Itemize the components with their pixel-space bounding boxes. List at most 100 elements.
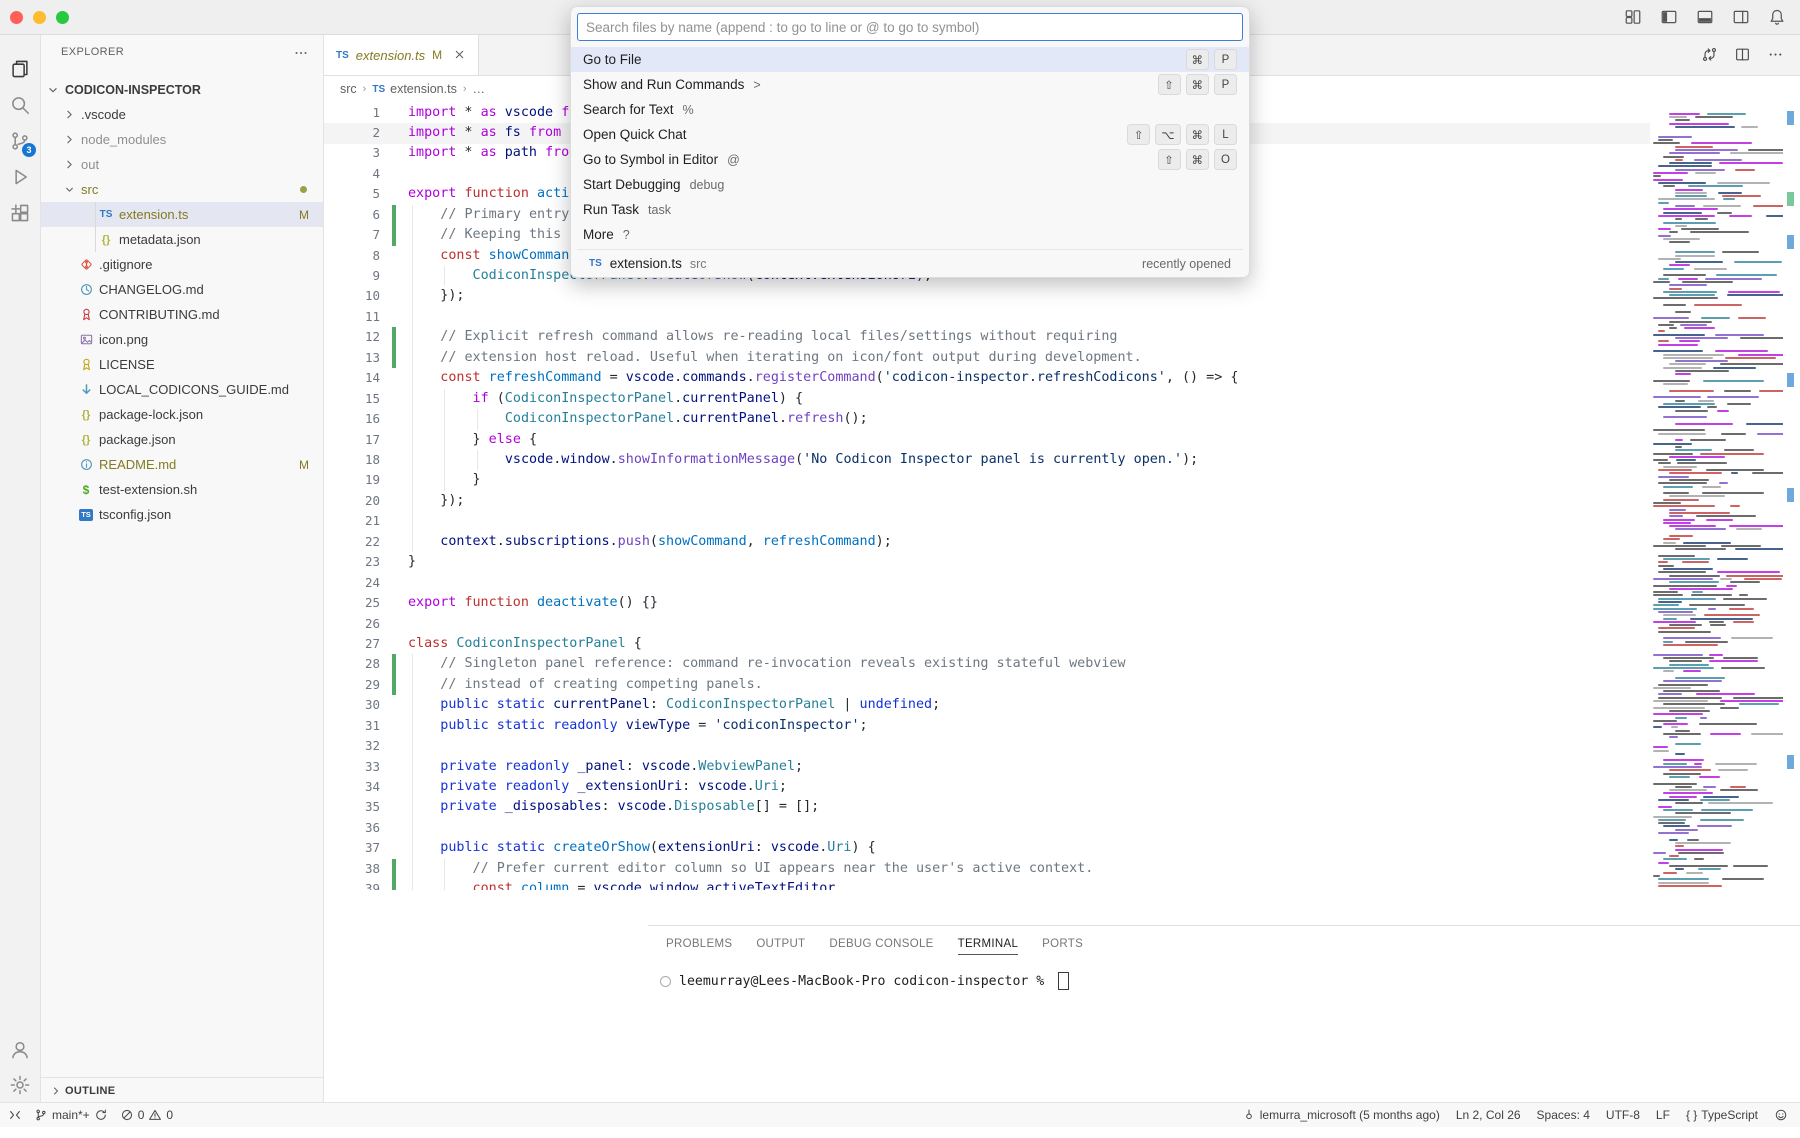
toggle-secondary-sidebar-icon[interactable] (1732, 8, 1750, 26)
tree-item-contributing-md[interactable]: CONTRIBUTING.md (41, 302, 323, 327)
minimize-window-button[interactable] (33, 11, 46, 24)
notifications-bell-icon[interactable] (1768, 8, 1786, 26)
tree-item-metadata-json[interactable]: {}metadata.json (41, 227, 323, 252)
breadcrumb-item-src[interactable]: src (340, 82, 357, 96)
tree-item-icon-png[interactable]: icon.png (41, 327, 323, 352)
status-indentation[interactable]: Spaces: 4 (1537, 1108, 1590, 1122)
breadcrumb-item-more[interactable]: … (473, 82, 486, 96)
more-actions-icon[interactable] (1767, 46, 1784, 64)
tree-item-license[interactable]: LICENSE (41, 352, 323, 377)
code-line[interactable]: export function deactivate() {} (408, 593, 658, 613)
panel-tab-terminal[interactable]: TERMINAL (958, 934, 1019, 955)
code-line[interactable]: // instead of creating competing panels. (408, 675, 763, 695)
customize-layout-icon[interactable] (1624, 8, 1642, 26)
code-line[interactable]: if (CodiconInspectorPanel.currentPanel) … (408, 389, 803, 409)
tree-item-src[interactable]: src (41, 177, 323, 202)
status-feedback[interactable] (1774, 1108, 1788, 1123)
panel-tab-ports[interactable]: PORTS (1042, 934, 1083, 954)
activity-source-control-icon[interactable]: 3 (0, 121, 40, 161)
code-line[interactable] (408, 736, 440, 756)
tree-item-extension-ts[interactable]: TSextension.tsM (41, 202, 323, 227)
toggle-panel-icon[interactable] (1696, 8, 1714, 26)
code-line[interactable]: CodiconInspectorPanel.currentPanel.refre… (408, 409, 868, 429)
tree-item-out[interactable]: out (41, 152, 323, 177)
tab-extension-ts[interactable]: TS extension.ts M (324, 35, 479, 75)
toggle-primary-sidebar-icon[interactable] (1660, 8, 1678, 26)
panel-tab-debug-console[interactable]: DEBUG CONSOLE (829, 934, 933, 954)
status-problems[interactable]: 00 (120, 1108, 173, 1123)
section-outline[interactable]: OUTLINE (41, 1077, 323, 1103)
code-line[interactable]: context.subscriptions.push(showCommand, … (408, 532, 892, 552)
code-line[interactable]: // Explicit refresh command allows re-re… (408, 327, 1117, 347)
status-git-branch[interactable]: main*+ (34, 1108, 108, 1123)
zoom-window-button[interactable] (56, 11, 69, 24)
code-line[interactable]: vscode.window.showInformationMessage('No… (408, 450, 1198, 470)
quick-open-item-start-debugging[interactable]: Start Debuggingdebug (571, 172, 1249, 197)
tree-item-package-json[interactable]: {}package.json (41, 427, 323, 452)
code-line[interactable]: } (408, 470, 481, 490)
quick-open-item-run-task[interactable]: Run Tasktask (571, 197, 1249, 222)
code-line[interactable]: }); (408, 491, 464, 511)
quick-open-item-show-and-run-commands[interactable]: Show and Run Commands>⇧⌘P (571, 72, 1249, 97)
code-line[interactable]: public static readonly viewType = 'codic… (408, 716, 868, 736)
code-line[interactable]: private _disposables: vscode.Disposable[… (408, 797, 819, 817)
activity-search-icon[interactable] (0, 85, 40, 125)
terminal-content[interactable]: leemurray@Lees-MacBook-Pro codicon-inspe… (660, 972, 1069, 990)
open-changes-icon[interactable] (1701, 46, 1718, 64)
code-line[interactable]: } else { (408, 430, 537, 450)
quick-open-recent-item[interactable]: TS extension.ts src recently opened (577, 249, 1243, 277)
minimap[interactable] (1650, 102, 1783, 890)
code-line[interactable]: const column = vscode.window.activeTextE… (408, 879, 835, 890)
code-line[interactable]: // extension host reload. Useful when it… (408, 348, 1142, 368)
tree-item-package-lock-json[interactable]: {}package-lock.json (41, 402, 323, 427)
code-line[interactable]: }); (408, 286, 464, 306)
code-line[interactable]: const refreshCommand = vscode.commands.r… (408, 368, 1238, 388)
status-eol[interactable]: LF (1656, 1108, 1670, 1122)
quick-open-item-go-to-file[interactable]: Go to File⌘P (571, 47, 1249, 72)
code-line[interactable] (408, 511, 440, 531)
tree-item-changelog-md[interactable]: CHANGELOG.md (41, 277, 323, 302)
status-cursor-position[interactable]: Ln 2, Col 26 (1456, 1108, 1521, 1122)
tree-item-test-extension-sh[interactable]: $test-extension.sh (41, 477, 323, 502)
code-line[interactable]: private readonly _panel: vscode.WebviewP… (408, 757, 803, 777)
split-editor-icon[interactable] (1734, 46, 1751, 64)
tree-item-tsconfig-json[interactable]: TStsconfig.json (41, 502, 323, 527)
code-line[interactable]: class CodiconInspectorPanel { (408, 634, 642, 654)
tab-close-icon[interactable] (453, 46, 466, 64)
code-line[interactable]: private readonly _extensionUri: vscode.U… (408, 777, 787, 797)
tree-item--gitignore[interactable]: .gitignore (41, 252, 323, 277)
quick-open-item-open-quick-chat[interactable]: Open Quick Chat⇧⌥⌘L (571, 122, 1249, 147)
activity-explorer-icon[interactable] (0, 49, 40, 89)
tree-item--vscode[interactable]: .vscode (41, 102, 323, 127)
quick-open-item-more[interactable]: More? (571, 222, 1249, 247)
tree-root-codicon-inspector[interactable]: CODICON-INSPECTOR (41, 77, 323, 102)
breadcrumb-item-extension.ts[interactable]: TSextension.ts (372, 82, 457, 96)
code-line[interactable]: } (408, 552, 416, 572)
code-line[interactable]: // Prefer current editor column so UI ap… (408, 859, 1093, 879)
quick-open-item-go-to-symbol-in-editor[interactable]: Go to Symbol in Editor@⇧⌘O (571, 147, 1249, 172)
quick-open-item-search-for-text[interactable]: Search for Text% (571, 97, 1249, 122)
code-line[interactable]: public static currentPanel: CodiconInspe… (408, 695, 940, 715)
activity-run-and-debug-icon[interactable] (0, 157, 40, 197)
close-window-button[interactable] (10, 11, 23, 24)
tree-item-node-modules[interactable]: node_modules (41, 127, 323, 152)
activity-extensions-icon[interactable] (0, 193, 40, 233)
tree-item-local-codicons-guide-md[interactable]: LOCAL_CODICONS_GUIDE.md (41, 377, 323, 402)
status-remote-indicator[interactable] (8, 1108, 22, 1123)
panel-tab-output[interactable]: OUTPUT (756, 934, 805, 954)
minimap-line (1746, 423, 1783, 425)
explorer-more-actions-icon[interactable] (293, 44, 309, 62)
code-line[interactable] (408, 818, 440, 838)
activity-accounts-icon[interactable] (0, 1030, 40, 1070)
code-line[interactable] (408, 307, 440, 327)
activity-settings-icon[interactable] (0, 1065, 40, 1105)
tree-item-readme-md[interactable]: README.mdM (41, 452, 323, 477)
panel-tab-problems[interactable]: PROBLEMS (666, 934, 732, 954)
status-git-blame[interactable]: lemurra_microsoft (5 months ago) (1242, 1108, 1440, 1123)
indent-guide (412, 225, 413, 245)
status-encoding[interactable]: UTF-8 (1606, 1108, 1640, 1122)
code-line[interactable]: // Singleton panel reference: command re… (408, 654, 1126, 674)
quick-open-input[interactable] (577, 13, 1243, 41)
status-language-mode[interactable]: { }TypeScript (1686, 1108, 1758, 1122)
code-line[interactable]: public static createOrShow(extensionUri:… (408, 838, 876, 858)
